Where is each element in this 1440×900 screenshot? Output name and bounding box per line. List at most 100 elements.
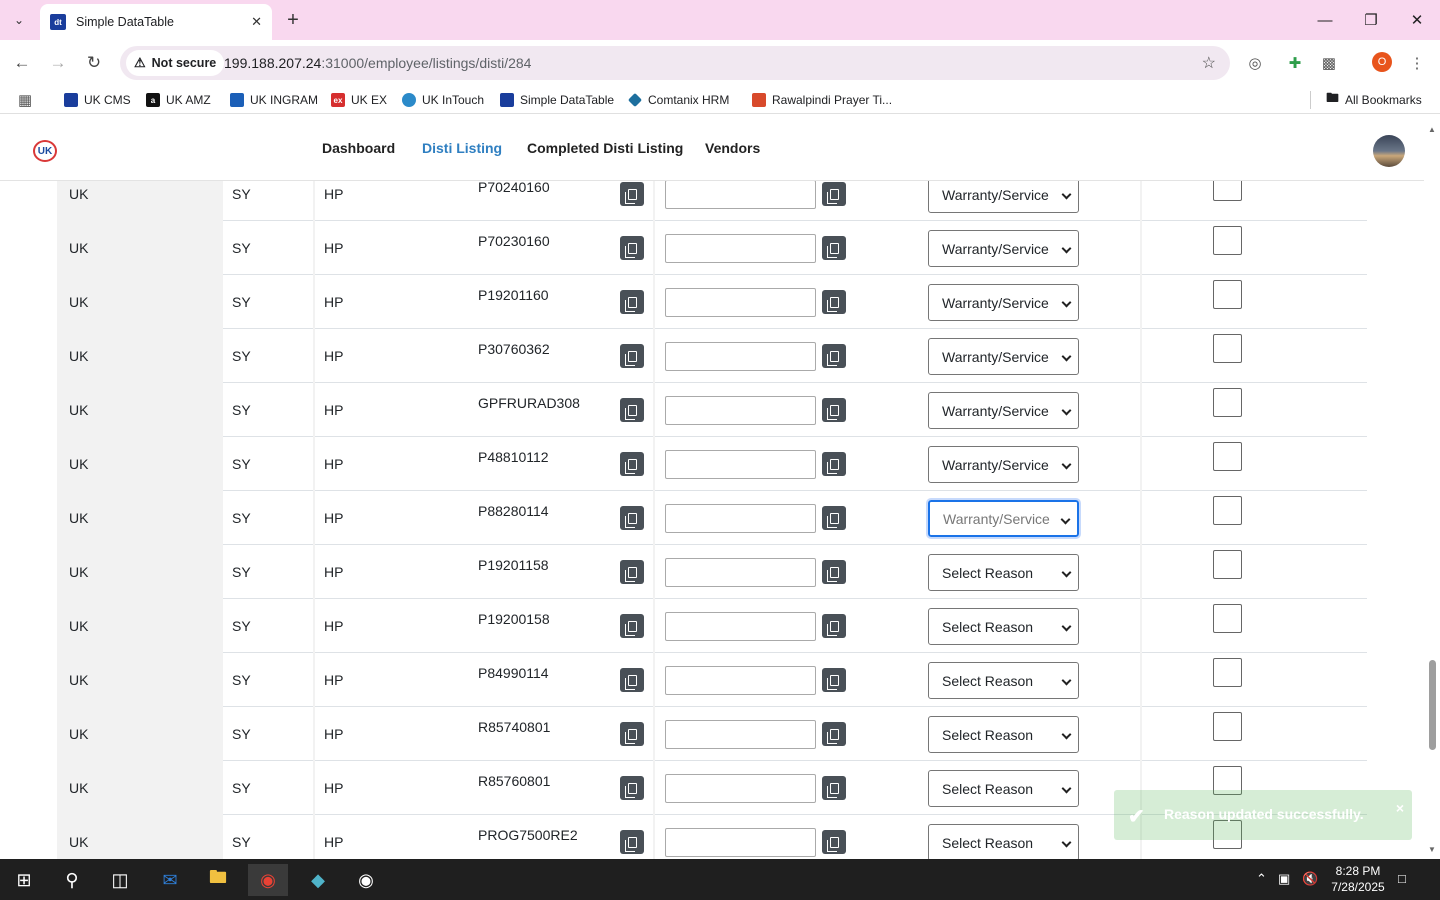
row-checkbox[interactable] [1213, 226, 1242, 255]
copy-part-button[interactable] [620, 776, 644, 800]
copy-part-button[interactable] [620, 560, 644, 584]
copy-part-button[interactable] [620, 290, 644, 314]
bookmark-item[interactable]: UK INGRAM [230, 91, 318, 109]
volume-muted-icon[interactable]: 🔇 [1302, 871, 1318, 887]
copy-part-button[interactable] [620, 398, 644, 422]
value-input[interactable] [665, 774, 816, 803]
user-avatar[interactable] [1373, 135, 1405, 167]
row-checkbox[interactable] [1213, 658, 1242, 687]
zoom-icon[interactable]: ◉ [346, 864, 386, 896]
reason-select[interactable]: Select Reason [928, 662, 1079, 699]
forward-arrow-icon[interactable]: → [46, 51, 70, 75]
bookmark-item[interactable]: UK InTouch [402, 91, 484, 109]
reason-select[interactable]: Select Reason [928, 554, 1079, 591]
browser-menu-icon[interactable]: ⋮ [1406, 52, 1428, 74]
value-input[interactable] [665, 342, 816, 371]
copy-part-button[interactable] [620, 668, 644, 692]
reload-icon[interactable]: ↻ [82, 51, 106, 75]
bookmark-item[interactable]: Rawalpindi Prayer Ti... [752, 91, 892, 109]
copy-part-button[interactable] [620, 344, 644, 368]
paste-button[interactable] [822, 290, 846, 314]
reason-select[interactable]: Warranty/Service [928, 338, 1079, 375]
bookmark-item[interactable]: Comtanix HRM [627, 91, 729, 109]
row-checkbox[interactable] [1213, 712, 1242, 741]
scroll-up-icon[interactable]: ▲ [1428, 125, 1436, 134]
copy-part-button[interactable] [620, 182, 644, 206]
nav-vendors[interactable]: Vendors [705, 140, 760, 156]
profile-avatar[interactable]: O [1372, 52, 1392, 72]
row-checkbox[interactable] [1213, 442, 1242, 471]
value-input[interactable] [665, 450, 816, 479]
bookmark-item[interactable]: UK CMS [64, 91, 131, 109]
row-checkbox[interactable] [1213, 550, 1242, 579]
tab-close-icon[interactable]: ✕ [251, 14, 262, 30]
nav-disti-listing[interactable]: Disti Listing [422, 140, 502, 156]
address-bar[interactable]: ⚠ Not secure 199.188.207.24:31000/employ… [120, 46, 1230, 80]
row-checkbox[interactable] [1213, 604, 1242, 633]
value-input[interactable] [665, 828, 816, 857]
reason-select[interactable]: Warranty/Service [928, 284, 1079, 321]
apps-grid-icon[interactable]: ▦ [18, 91, 32, 109]
copy-part-button[interactable] [620, 722, 644, 746]
scrollbar-thumb[interactable] [1429, 660, 1436, 750]
paste-button[interactable] [822, 398, 846, 422]
paste-button[interactable] [822, 182, 846, 206]
back-arrow-icon[interactable]: ← [10, 51, 34, 75]
value-input[interactable] [665, 396, 816, 425]
paste-button[interactable] [822, 344, 846, 368]
paste-button[interactable] [822, 560, 846, 584]
security-chip[interactable]: ⚠ Not secure [126, 50, 225, 76]
bookmark-item[interactable]: ex UK EX [331, 91, 387, 109]
paste-button[interactable] [822, 776, 846, 800]
bookmark-item[interactable]: a UK AMZ [146, 91, 211, 109]
value-input[interactable] [665, 234, 816, 263]
reason-select[interactable]: Warranty/Service [928, 446, 1079, 483]
all-bookmarks[interactable]: 🖿 All Bookmarks [1326, 90, 1422, 109]
scroll-down-icon[interactable]: ▼ [1428, 845, 1436, 854]
paste-button[interactable] [822, 722, 846, 746]
value-input[interactable] [665, 288, 816, 317]
extensions-puzzle-icon[interactable]: ▩ [1318, 52, 1340, 74]
taskbar-clock[interactable]: 8:28 PM 7/28/2025 [1320, 863, 1396, 895]
reason-select[interactable]: Select Reason [928, 770, 1079, 807]
reason-select[interactable]: Warranty/Service [928, 392, 1079, 429]
copy-part-button[interactable] [620, 452, 644, 476]
reason-select[interactable]: Select Reason [928, 824, 1079, 859]
value-input[interactable] [665, 504, 816, 533]
copy-part-button[interactable] [620, 236, 644, 260]
paste-button[interactable] [822, 614, 846, 638]
toast-close-icon[interactable]: × [1396, 800, 1404, 816]
outlook-icon[interactable]: ✉ [150, 864, 190, 896]
copy-part-button[interactable] [620, 830, 644, 854]
network-icon[interactable]: ▣ [1278, 871, 1290, 887]
notifications-icon[interactable]: □ [1398, 871, 1406, 886]
paste-button[interactable] [822, 236, 846, 260]
paste-button[interactable] [822, 668, 846, 692]
reason-select[interactable]: Warranty/Service [926, 498, 1081, 539]
windows-start-icon[interactable]: ⊞ [4, 864, 44, 896]
copy-part-button[interactable] [620, 614, 644, 638]
copy-part-button[interactable] [620, 506, 644, 530]
row-checkbox[interactable] [1213, 334, 1242, 363]
bookmark-item[interactable]: Simple DataTable [500, 91, 614, 109]
row-checkbox[interactable] [1213, 388, 1242, 417]
browser-tab[interactable]: dt Simple DataTable ✕ [40, 4, 272, 40]
uk-logo[interactable]: UK [33, 140, 57, 162]
window-close-icon[interactable]: ✕ [1402, 8, 1432, 32]
paste-button[interactable] [822, 452, 846, 476]
reason-select[interactable]: Warranty/Service [928, 230, 1079, 267]
reason-select[interactable]: Select Reason [928, 608, 1079, 645]
app-diamond-icon[interactable]: ◆ [298, 864, 338, 896]
row-checkbox[interactable] [1213, 496, 1242, 525]
nav-dashboard[interactable]: Dashboard [322, 140, 395, 156]
paste-button[interactable] [822, 506, 846, 530]
reason-select[interactable]: Warranty/Service [928, 181, 1079, 213]
task-view-icon[interactable]: ◫ [100, 864, 140, 896]
translate-globe-icon[interactable]: ◎ [1244, 52, 1266, 74]
chrome-icon[interactable]: ◉ [248, 864, 288, 896]
search-icon[interactable]: ⚲ [52, 864, 92, 896]
file-explorer-icon[interactable]: 🖿 [198, 864, 238, 896]
extension-plus-icon[interactable]: ✚ [1284, 52, 1306, 74]
restore-icon[interactable]: ❐ [1356, 8, 1386, 32]
value-input[interactable] [665, 181, 816, 209]
